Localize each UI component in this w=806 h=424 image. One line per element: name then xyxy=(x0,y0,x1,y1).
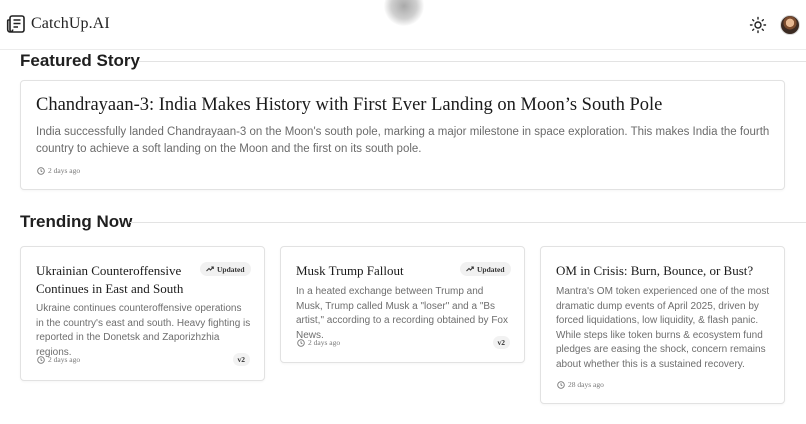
news-card[interactable]: Musk Trump Fallout Updated In a heated e… xyxy=(280,246,525,363)
section-divider xyxy=(130,222,806,223)
trending-up-icon xyxy=(206,266,214,272)
trending-up-icon xyxy=(466,266,474,272)
version-badge: v2 xyxy=(232,353,250,366)
timestamp: 2 days ago xyxy=(48,166,81,175)
news-card-description: Ukraine continues counteroffensive opera… xyxy=(36,303,251,358)
loading-indicator xyxy=(384,0,424,26)
news-card-meta: 2 days ago xyxy=(37,355,80,364)
badge-label: Updated xyxy=(217,264,245,274)
news-card-description: Mantra's OM token experienced one of the… xyxy=(556,286,770,370)
news-card[interactable]: OM in Crisis: Burn, Bounce, or Bust? Man… xyxy=(540,246,785,404)
clock-icon xyxy=(557,380,565,389)
featured-story-meta: 2 days ago xyxy=(37,166,80,175)
clock-icon xyxy=(37,355,45,364)
featured-story-card[interactable]: Chandrayaan-3: India Makes History with … xyxy=(20,80,785,190)
clock-icon xyxy=(297,338,305,347)
section-divider xyxy=(138,61,806,62)
timestamp: 2 days ago xyxy=(308,338,341,347)
timestamp: 2 days ago xyxy=(48,355,81,364)
top-header: CatchUp.AI xyxy=(0,0,806,50)
news-card-title[interactable]: Ukrainian Counteroffensive Continues in … xyxy=(36,262,186,298)
news-card-meta: 28 days ago xyxy=(557,380,604,389)
user-avatar[interactable] xyxy=(780,15,800,35)
news-card[interactable]: Ukrainian Counteroffensive Continues in … xyxy=(20,246,265,381)
version-badge: v2 xyxy=(492,336,510,349)
sun-icon[interactable] xyxy=(749,16,767,34)
updated-badge: Updated xyxy=(200,262,251,276)
featured-story-title[interactable]: Chandrayaan-3: India Makes History with … xyxy=(36,95,662,116)
badge-label: Updated xyxy=(477,264,505,274)
trending-section-title: Trending Now xyxy=(20,212,133,231)
news-card-title[interactable]: Musk Trump Fallout xyxy=(296,262,456,280)
news-card-title[interactable]: OM in Crisis: Burn, Bounce, or Bust? xyxy=(556,262,776,280)
brand-name: CatchUp.AI xyxy=(31,15,110,32)
updated-badge: Updated xyxy=(460,262,511,276)
featured-section-title: Featured Story xyxy=(20,51,140,70)
timestamp: 28 days ago xyxy=(568,380,604,389)
news-card-description: In a heated exchange between Trump and M… xyxy=(296,286,508,341)
newspaper-icon xyxy=(6,15,25,33)
news-card-meta: 2 days ago xyxy=(297,338,340,347)
clock-icon xyxy=(37,166,45,175)
brand-logo[interactable]: CatchUp.AI xyxy=(6,14,110,34)
featured-story-description: India successfully landed Chandrayaan-3 … xyxy=(36,126,770,155)
